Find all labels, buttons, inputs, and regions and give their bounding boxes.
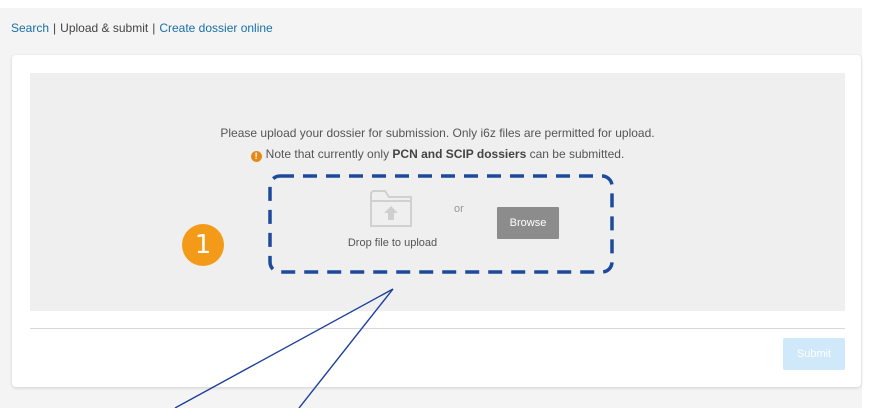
drop-file-label: Drop file to upload xyxy=(347,237,438,249)
upload-note: ! Note that currently only PCN and SCIP d… xyxy=(30,147,845,162)
step-number-badge: 1 xyxy=(182,224,224,266)
upload-card: Please upload your dossier for submissio… xyxy=(12,55,861,387)
exclamation-circle-icon: ! xyxy=(250,151,262,162)
breadcrumb-separator: | xyxy=(53,21,57,35)
breadcrumb-create-dossier-link[interactable]: Create dossier online xyxy=(159,21,272,35)
divider xyxy=(30,328,845,329)
or-label: or xyxy=(454,203,464,215)
upload-instructions: Please upload your dossier for submissio… xyxy=(220,126,655,140)
breadcrumb: Search | Upload & submit | Create dossier on… xyxy=(11,21,273,35)
breadcrumb-upload-submit: Upload & submit xyxy=(60,21,149,35)
upload-drop-area[interactable]: Please upload your dossier for submissio… xyxy=(30,73,845,311)
browse-button[interactable]: Browse xyxy=(497,207,559,239)
folder-upload-icon[interactable] xyxy=(368,185,414,229)
page: Search | Upload & submit | Create dossier on… xyxy=(0,0,877,408)
breadcrumb-separator: | xyxy=(152,21,156,35)
note-strong: PCN and SCIP dossiers xyxy=(392,147,527,161)
note-prefix: Note that currently only xyxy=(265,147,390,161)
submit-button[interactable]: Submit xyxy=(783,338,845,370)
note-suffix: can be submitted. xyxy=(529,147,625,161)
breadcrumb-search-link[interactable]: Search xyxy=(11,21,49,35)
